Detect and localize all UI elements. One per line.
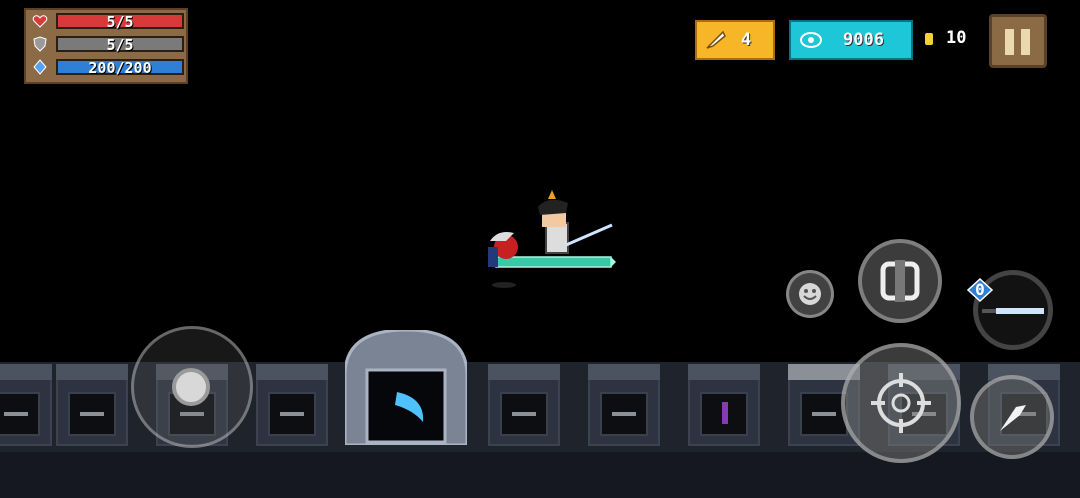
energy-bar: 200/200 (56, 59, 184, 77)
status-panel: 5/5 5/5 200/200 (24, 8, 188, 84)
weapon-pedestal[interactable] (688, 364, 760, 446)
skill-button[interactable] (858, 239, 942, 323)
armor-bar: 5/5 (56, 36, 184, 54)
weapon-pedestal[interactable] (256, 364, 328, 446)
gem-eye-icon (800, 32, 822, 48)
swap-skill-icon (880, 260, 920, 302)
crosshair-icon (871, 373, 931, 433)
health-text: 5/5 (106, 13, 134, 31)
energy-text: 200/200 (88, 59, 152, 77)
gems-count: 9006 (843, 30, 884, 50)
pause-button[interactable] (989, 14, 1047, 68)
weapon-pedestal[interactable] (0, 364, 52, 446)
health-bar: 5/5 (56, 13, 184, 31)
dash-button[interactable] (970, 375, 1054, 459)
joystick-knob[interactable] (172, 368, 210, 406)
weapon-display-arch[interactable] (345, 330, 467, 445)
coin-icon (925, 33, 933, 45)
equipped-sword-icon (982, 308, 1044, 314)
attack-button[interactable] (841, 343, 961, 463)
weapon-pedestal[interactable] (588, 364, 660, 446)
emote-button[interactable] (786, 270, 834, 318)
smiley-icon (799, 283, 821, 305)
dash-icon (1000, 405, 1026, 431)
pause-icon (1005, 29, 1014, 55)
gems-counter: 9006 (789, 20, 913, 60)
coin-count: 10 (946, 28, 967, 48)
weapon-pedestal[interactable] (56, 364, 128, 446)
energy-gem-icon (33, 59, 47, 75)
energy-row: 200/200 (30, 58, 184, 77)
weapon-pedestal[interactable] (488, 364, 560, 446)
energy-cost-text: 0 (975, 280, 985, 299)
player-characters (488, 190, 616, 288)
materials-count: 4 (741, 30, 752, 50)
materials-counter: 4 (695, 20, 775, 60)
shield-icon (33, 36, 47, 52)
heart-icon (32, 15, 48, 28)
energy-cost-badge: 0 (966, 278, 994, 302)
armor-row: 5/5 (30, 35, 184, 54)
feather-icon (706, 30, 726, 49)
armor-text: 5/5 (106, 36, 134, 54)
health-row: 5/5 (30, 12, 184, 31)
